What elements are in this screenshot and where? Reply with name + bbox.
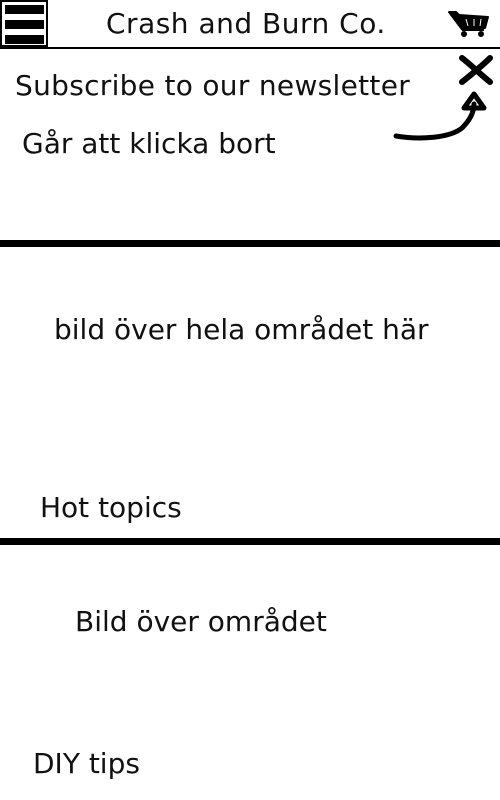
newsletter-title: Subscribe to our newsletter	[15, 69, 411, 102]
area-image-placeholder: Bild över området	[75, 605, 327, 638]
section-divider	[0, 538, 500, 545]
hamburger-menu-icon[interactable]	[0, 0, 48, 47]
shopping-cart-icon[interactable]	[446, 6, 492, 38]
arrow-annotation-icon	[393, 91, 487, 141]
diy-tips-link[interactable]: DIY tips	[33, 746, 140, 782]
newsletter-subtitle: Går att klicka bort	[22, 127, 276, 160]
close-icon[interactable]	[456, 54, 496, 86]
hero-image-placeholder: bild över hela området här	[54, 313, 429, 346]
section-divider	[0, 240, 500, 247]
hot-topics-link[interactable]: Hot topics	[40, 490, 182, 526]
site-title: Crash and Burn Co.	[106, 7, 386, 40]
